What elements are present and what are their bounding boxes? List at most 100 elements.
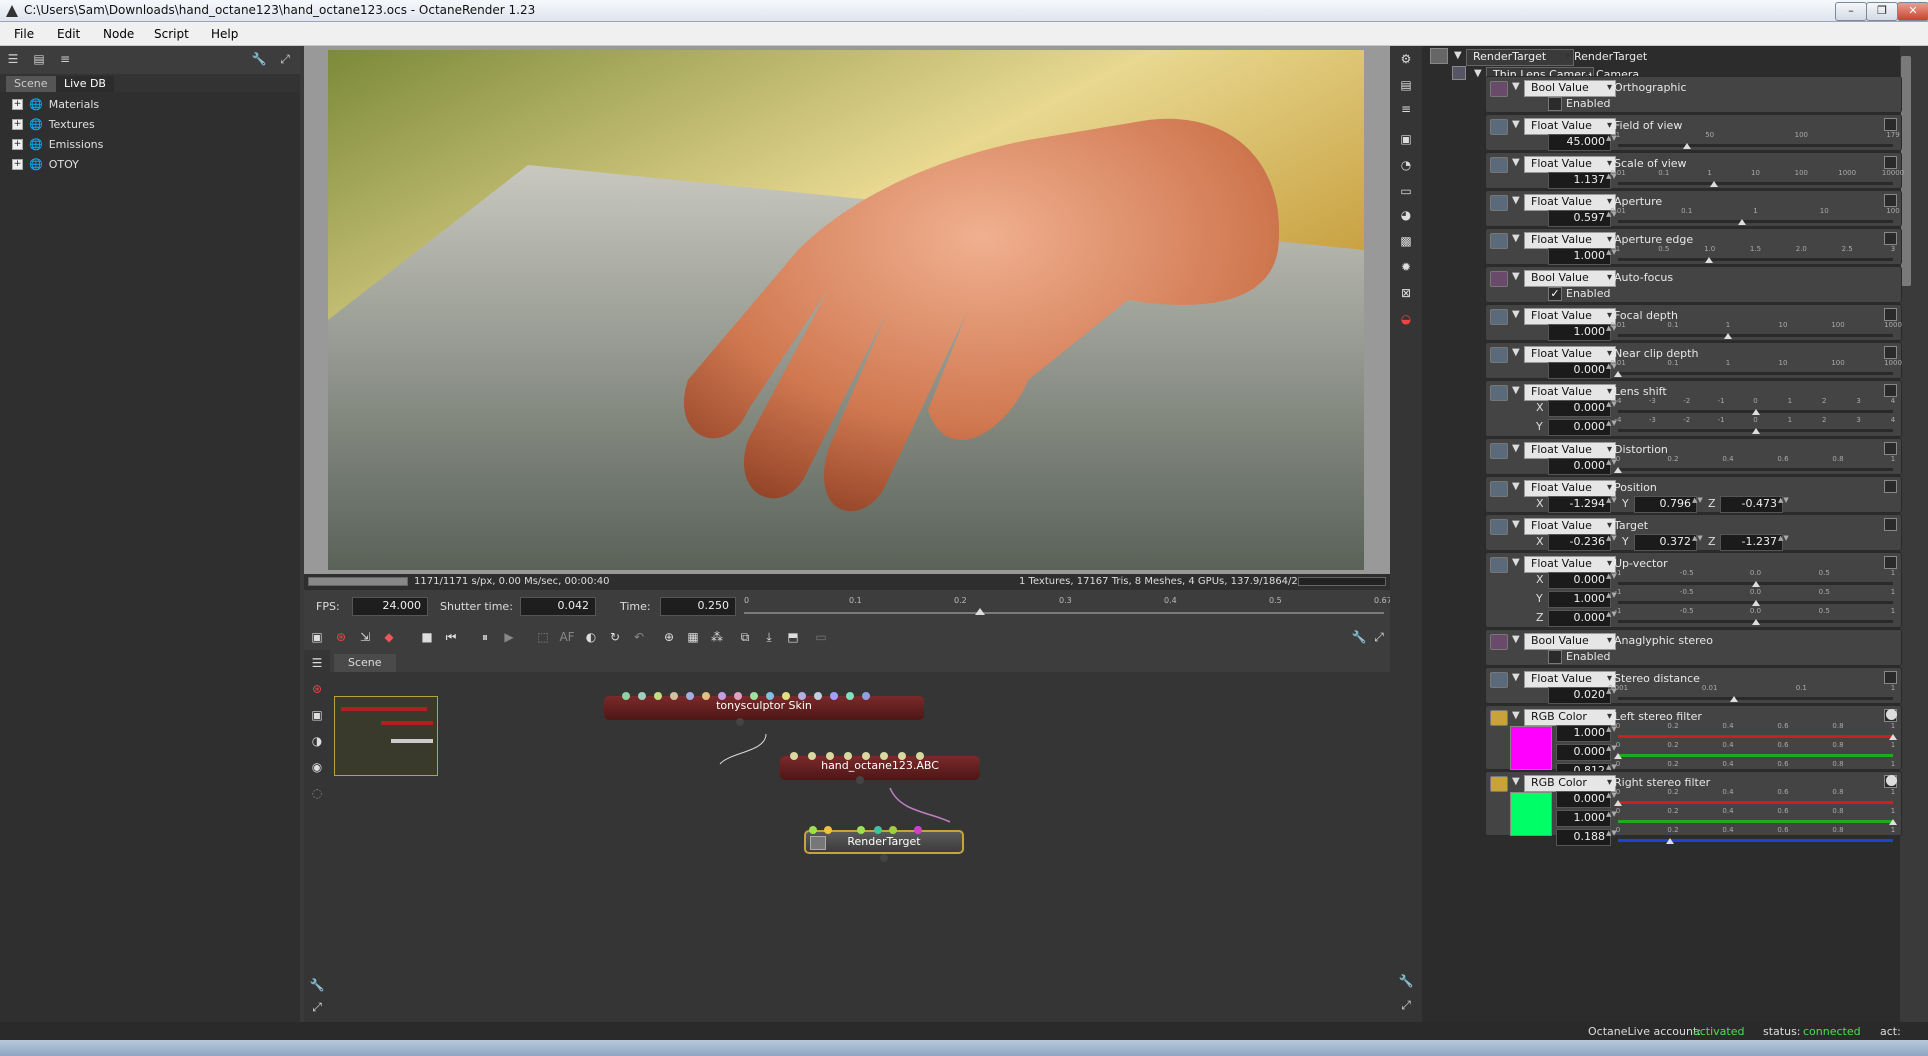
collapse-triangle-icon[interactable]: ▼	[1512, 710, 1520, 721]
param-type-dropdown[interactable]: RGB Color	[1524, 775, 1616, 792]
collapse-triangle-icon[interactable]: ▼	[1512, 385, 1520, 396]
color-channel-slider[interactable]: 0 0.2 0.4 0.6 0.8 1	[1614, 741, 1895, 759]
rotate-icon[interactable]: ↻	[606, 628, 624, 646]
image-icon[interactable]: ▣	[1397, 130, 1415, 148]
list-icon[interactable]: ≡	[1397, 100, 1415, 118]
param-options-icon[interactable]	[1884, 518, 1897, 531]
outliner-list-icon[interactable]: ☰	[4, 50, 22, 68]
color-swatch[interactable]	[1510, 792, 1552, 836]
input-pin[interactable]	[702, 692, 710, 700]
vector-z-input[interactable]: -1.237	[1720, 534, 1783, 551]
spinner-icon[interactable]: ▲▼	[1606, 401, 1617, 416]
color-channel-input[interactable]: 1.000	[1556, 810, 1611, 827]
slider-handle[interactable]	[1751, 619, 1760, 625]
lock-icon[interactable]: ⁂	[708, 628, 726, 646]
stop-icon[interactable]: ■	[418, 628, 436, 646]
settings-icon[interactable]: ⚙	[1397, 50, 1415, 68]
enabled-checkbox[interactable]: ✓	[1548, 287, 1562, 301]
menu-edit[interactable]: Edit	[57, 27, 80, 41]
timeline-slider[interactable]: 0 0.1 0.2 0.3 0.4 0.5 0.67	[744, 596, 1392, 620]
input-pin[interactable]	[782, 692, 790, 700]
param-type-dropdown[interactable]: RGB Color	[1524, 709, 1616, 726]
input-pin[interactable]	[862, 692, 870, 700]
render-target-dropdown[interactable]: RenderTarget	[1466, 49, 1574, 66]
spinner-icon[interactable]: ▲▼	[1606, 249, 1617, 264]
spinner-icon[interactable]: ▲▼	[1606, 420, 1617, 435]
input-pin[interactable]	[826, 752, 834, 760]
environment-icon[interactable]: ◕	[1397, 206, 1415, 224]
expand-icon[interactable]: +	[12, 118, 23, 130]
param-options-icon[interactable]	[1884, 118, 1897, 131]
input-pin[interactable]	[622, 692, 630, 700]
close-button[interactable]: ✕	[1897, 2, 1928, 21]
slider-handle[interactable]	[1665, 838, 1674, 844]
color-channel-slider[interactable]: 0 0.2 0.4 0.6 0.8 1	[1614, 788, 1895, 806]
vector-y-input[interactable]: 1.000	[1548, 591, 1611, 608]
param-type-dropdown[interactable]: Float Value	[1524, 442, 1616, 459]
slider-handle[interactable]	[1614, 753, 1622, 759]
menu-file[interactable]: File	[14, 27, 34, 41]
param-type-dropdown[interactable]: Float Value	[1524, 156, 1616, 173]
export-icon[interactable]: ⬒	[784, 628, 802, 646]
input-pin[interactable]	[824, 826, 832, 834]
color-channel-slider[interactable]: 0 0.2 0.4 0.6 0.8 1	[1616, 807, 1897, 825]
slider-handle[interactable]	[1889, 819, 1897, 825]
input-pin[interactable]	[750, 692, 758, 700]
graph-material-icon[interactable]: ◑	[308, 732, 326, 750]
spinner-icon[interactable]: ▲▼	[1606, 726, 1617, 741]
param-options-icon[interactable]	[1884, 556, 1897, 569]
time-input[interactable]: 0.250	[660, 597, 736, 616]
input-pin[interactable]	[809, 826, 817, 834]
spinner-icon[interactable]: ▲▼	[1606, 592, 1617, 607]
render-viewport[interactable]	[304, 46, 1390, 574]
collapse-triangle-icon[interactable]: ▼	[1512, 443, 1520, 454]
vector-y-input[interactable]: 0.000	[1548, 419, 1611, 436]
outliner-collapse-icon[interactable]: ≡	[56, 50, 74, 68]
slider-handle[interactable]	[1614, 467, 1622, 473]
kernel-icon[interactable]: ⊠	[1397, 284, 1415, 302]
collapse-triangle-icon[interactable]: ▼	[1512, 157, 1520, 168]
clipboard-icon[interactable]: ▭	[812, 628, 830, 646]
tab-live-db[interactable]: Live DB	[56, 76, 114, 92]
input-pin[interactable]	[766, 692, 774, 700]
material-icon[interactable]: ◒	[1397, 310, 1415, 328]
collapse-triangle-icon[interactable]: ▼	[1512, 672, 1520, 683]
eye-icon[interactable]	[1886, 775, 1897, 786]
param-type-dropdown[interactable]: Bool Value	[1524, 80, 1616, 97]
param-type-dropdown[interactable]: Float Value	[1524, 194, 1616, 211]
reset-camera-icon[interactable]: ⊛	[332, 628, 350, 646]
layers-icon[interactable]: ▤	[1397, 76, 1415, 94]
maximize-button[interactable]: ❐	[1866, 2, 1898, 21]
spinner-icon[interactable]: ▲▼	[1692, 497, 1703, 512]
input-pin[interactable]	[670, 692, 678, 700]
collapse-triangle-icon[interactable]: ▼	[1512, 519, 1520, 530]
wrench-icon[interactable]: 🔧	[308, 976, 326, 994]
collapse-triangle-icon[interactable]: ▼	[1512, 347, 1520, 358]
value-slider[interactable]: 1 0.5 1.0 1.5 2.0 2.5 3	[1616, 245, 1895, 263]
focus-picker-icon[interactable]: AF	[558, 628, 576, 646]
slider-handle[interactable]	[1751, 581, 1760, 587]
slider-handle[interactable]	[1704, 257, 1713, 263]
material-picker-icon[interactable]: ◐	[582, 628, 600, 646]
tree-item-emissions[interactable]: + 🌐 Emissions	[12, 136, 103, 152]
tab-graph-scene[interactable]: Scene	[334, 654, 396, 672]
collapse-triangle-icon[interactable]: ▼	[1512, 557, 1520, 568]
restart-icon[interactable]: ⏮	[442, 628, 460, 646]
param-type-dropdown[interactable]: Float Value	[1524, 518, 1616, 535]
input-pin[interactable]	[798, 692, 806, 700]
param-value-input[interactable]: 0.000	[1548, 362, 1611, 379]
sun-icon[interactable]: ✹	[1397, 258, 1415, 276]
region-icon[interactable]: ⬚	[534, 628, 552, 646]
camera-icon[interactable]: ◔	[1397, 156, 1415, 174]
param-value-input[interactable]: 1.137	[1548, 172, 1611, 189]
save-render-icon[interactable]: ⤓	[760, 628, 778, 646]
graph-texture-icon[interactable]: ◉	[308, 758, 326, 776]
slider-handle[interactable]	[1889, 734, 1897, 740]
wrench-icon[interactable]: 🔧	[1397, 972, 1415, 990]
slider-handle[interactable]	[1751, 428, 1760, 434]
collapse-triangle-icon[interactable]: ▼	[1474, 68, 1482, 79]
value-slider[interactable]: -1 -0.5 0.0 0.5 1	[1615, 569, 1895, 587]
copy-icon[interactable]: ⧉	[736, 628, 754, 646]
slider-handle[interactable]	[1724, 333, 1732, 339]
param-options-icon[interactable]	[1884, 671, 1897, 684]
